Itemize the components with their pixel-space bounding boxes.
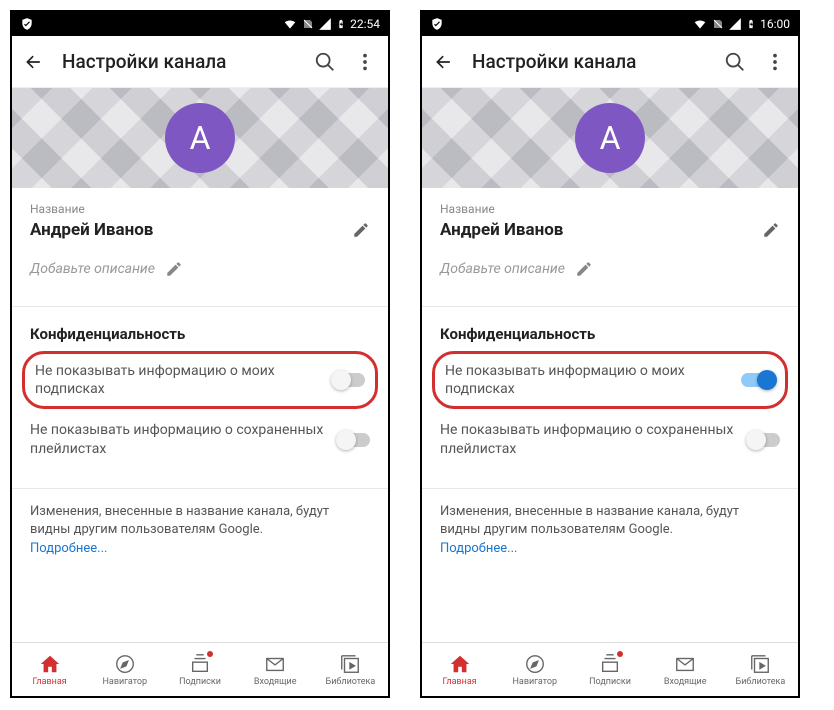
edit-description-icon[interactable] (165, 260, 183, 278)
privacy-title: Конфиденциальность (12, 307, 388, 349)
nav-explore[interactable]: Навигатор (87, 643, 162, 696)
library-icon (339, 653, 361, 675)
signal-icon (728, 17, 742, 31)
bottom-nav: Главная Навигатор Подписки Входящие Библ… (422, 642, 798, 696)
edit-name-icon[interactable] (352, 221, 370, 239)
shield-icon (20, 17, 34, 31)
status-bar: 22:54 (12, 12, 388, 36)
clock-text: 22:54 (350, 17, 380, 31)
nav-library[interactable]: Библиотека (723, 643, 798, 696)
battery-charging-icon (746, 17, 756, 31)
channel-name: Андрей Иванов (440, 220, 563, 240)
privacy-toggle-playlists[interactable]: Не показывать информацию о сохраненных п… (12, 411, 388, 467)
compass-icon (524, 653, 546, 675)
profile-section: Название Андрей Иванов Добавьте описание (422, 188, 798, 286)
privacy-toggle-subscriptions[interactable]: Не показывать информацию о моих подписка… (432, 351, 788, 409)
nav-subscriptions[interactable]: Подписки (572, 643, 647, 696)
page-title: Настройки канала (472, 50, 706, 73)
info-text: Изменения, внесенные в название канала, … (422, 489, 798, 539)
more-vert-icon[interactable] (764, 51, 786, 73)
back-icon[interactable] (24, 52, 44, 72)
nav-library[interactable]: Библиотека (313, 643, 388, 696)
toolbar: Настройки канала (422, 36, 798, 88)
clock-text: 16:00 (760, 17, 790, 31)
page-title: Настройки канала (62, 50, 296, 73)
nav-subscriptions[interactable]: Подписки (162, 643, 237, 696)
edit-description-icon[interactable] (575, 260, 593, 278)
profile-section: Название Андрей Иванов Добавьте описание (12, 188, 388, 286)
mail-icon (264, 653, 286, 675)
signal-icon (318, 17, 332, 31)
search-icon[interactable] (724, 51, 746, 73)
switch-playlists[interactable] (746, 433, 780, 447)
status-bar: 16:00 (422, 12, 798, 36)
switch-subscriptions[interactable] (741, 373, 775, 387)
channel-name: Андрей Иванов (30, 220, 153, 240)
name-label: Название (30, 202, 370, 216)
description-placeholder: Добавьте описание (30, 261, 155, 277)
battery-charging-icon (336, 17, 346, 31)
notification-dot-icon (207, 651, 213, 657)
mail-icon (674, 653, 696, 675)
channel-banner: A (12, 88, 388, 188)
switch-playlists[interactable] (336, 433, 370, 447)
library-icon (749, 653, 771, 675)
search-icon[interactable] (314, 51, 336, 73)
wifi-icon (282, 17, 298, 31)
back-icon[interactable] (434, 52, 454, 72)
more-vert-icon[interactable] (354, 51, 376, 73)
home-icon (39, 653, 61, 675)
avatar[interactable]: A (575, 103, 645, 173)
more-info-link[interactable]: Подробнее... (422, 539, 798, 564)
nav-explore[interactable]: Навигатор (497, 643, 572, 696)
name-label: Название (440, 202, 780, 216)
no-sim-icon (712, 17, 724, 31)
wifi-icon (692, 17, 708, 31)
nav-inbox[interactable]: Входящие (648, 643, 723, 696)
description-placeholder: Добавьте описание (440, 261, 565, 277)
info-text: Изменения, внесенные в название канала, … (12, 489, 388, 539)
phone-screen-left: 22:54 Настройки канала A Название Андрей… (10, 10, 390, 698)
toolbar: Настройки канала (12, 36, 388, 88)
switch-subscriptions[interactable] (331, 373, 365, 387)
privacy-toggle-subscriptions[interactable]: Не показывать информацию о моих подписка… (22, 351, 378, 409)
nav-home[interactable]: Главная (12, 643, 87, 696)
avatar[interactable]: A (165, 103, 235, 173)
nav-home[interactable]: Главная (422, 643, 497, 696)
privacy-toggle-playlists[interactable]: Не показывать информацию о сохраненных п… (422, 411, 798, 467)
more-info-link[interactable]: Подробнее... (12, 539, 388, 564)
home-icon (449, 653, 471, 675)
notification-dot-icon (617, 651, 623, 657)
privacy-title: Конфиденциальность (422, 307, 798, 349)
edit-name-icon[interactable] (762, 221, 780, 239)
shield-icon (430, 17, 444, 31)
channel-banner: A (422, 88, 798, 188)
no-sim-icon (302, 17, 314, 31)
phone-screen-right: 16:00 Настройки канала A Название Андрей… (420, 10, 800, 698)
nav-inbox[interactable]: Входящие (238, 643, 313, 696)
compass-icon (114, 653, 136, 675)
bottom-nav: Главная Навигатор Подписки Входящие Библ… (12, 642, 388, 696)
